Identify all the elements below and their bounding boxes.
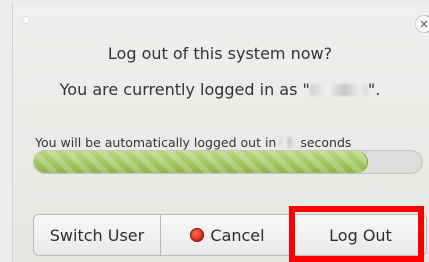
log-out-button[interactable]: Log Out (295, 214, 427, 256)
window-menu-dot[interactable] (22, 16, 30, 24)
countdown-prefix: You will be automatically logged out in (35, 135, 277, 150)
cancel-icon (190, 228, 205, 242)
log-out-label: Log Out (329, 225, 392, 245)
logged-in-suffix: ". (367, 80, 381, 99)
logged-in-as-text: You are currently logged in as " ". (0, 80, 429, 99)
switch-user-label: Switch User (49, 225, 145, 245)
redacted-seconds (280, 137, 297, 148)
cancel-label: Cancel (210, 225, 265, 245)
logout-progress-bar (33, 150, 423, 174)
countdown-text: You will be automatically logged out in … (35, 135, 425, 150)
dialog-title: Log out of this system now? (107, 44, 333, 63)
close-icon[interactable]: ✕ (415, 15, 429, 33)
switch-user-button[interactable]: Switch User (33, 214, 161, 256)
logged-in-prefix: You are currently logged in as " (59, 80, 310, 99)
cancel-button[interactable]: Cancel (161, 214, 295, 256)
redacted-username (309, 84, 368, 96)
logout-progress-fill (34, 151, 368, 173)
countdown-suffix: seconds (300, 135, 352, 150)
